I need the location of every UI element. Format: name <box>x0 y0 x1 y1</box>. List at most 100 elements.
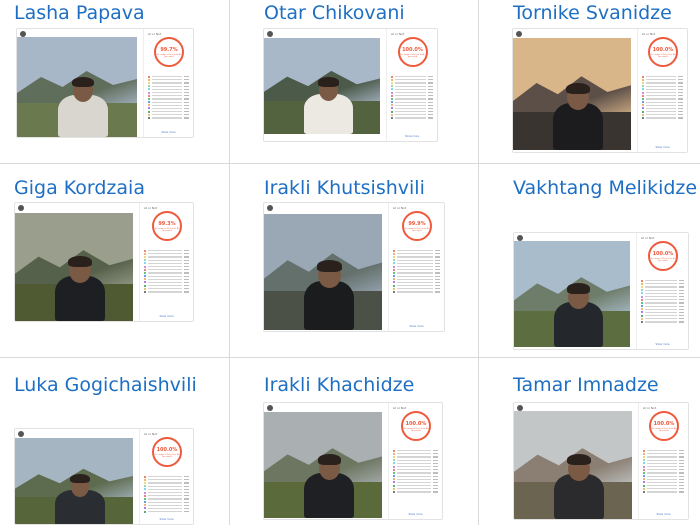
model-color-dot <box>643 452 645 455</box>
show-more-link[interactable]: Show more <box>389 513 442 516</box>
person-name-link[interactable]: Tamar Imnadze <box>513 372 700 398</box>
model-row <box>144 510 189 513</box>
model-color-dot <box>144 291 146 294</box>
ai-score-value: 100.0% <box>652 46 674 53</box>
model-percent <box>184 107 189 110</box>
model-color-dot <box>393 468 395 471</box>
person-name-link[interactable]: Giga Kordzaia <box>14 175 224 201</box>
person-name-link[interactable]: Tornike Svanidze <box>513 0 700 26</box>
model-percent <box>679 308 684 310</box>
result-screenshot[interactable]: AI or Not 99.9% The image is likely to be … <box>263 202 445 332</box>
result-screenshot[interactable]: AI or Not 100.0% The image is likely to be… <box>513 402 689 520</box>
show-more-link[interactable]: Show more <box>144 131 193 134</box>
model-label <box>645 292 677 294</box>
model-color-dot <box>391 81 393 84</box>
model-color-dot <box>642 81 644 84</box>
model-percent <box>428 82 433 84</box>
model-label <box>646 85 676 87</box>
result-screenshot[interactable]: AI or Not 100.0% The image is likely to be… <box>513 232 689 350</box>
model-color-dot <box>144 268 146 271</box>
person-name-link[interactable]: Irakli Khachidze <box>264 372 474 398</box>
result-screenshot[interactable]: AI or Not 100.0% The image is likely to be… <box>14 428 194 525</box>
model-label <box>397 250 433 252</box>
model-label <box>395 79 426 81</box>
show-more-link[interactable]: Show more <box>387 135 437 138</box>
person-name-link[interactable]: Luka Gogichaishvili <box>14 372 224 398</box>
show-more-link[interactable]: Show more <box>140 518 193 521</box>
row-divider <box>0 357 700 358</box>
model-row <box>393 490 438 494</box>
model-color-dot <box>391 78 393 81</box>
model-percent <box>678 107 683 110</box>
model-percent <box>184 82 189 84</box>
model-label <box>395 88 426 90</box>
model-percent <box>678 114 683 116</box>
show-more-link[interactable]: Show more <box>389 325 444 328</box>
person-name-link[interactable]: Irakli Khutsishvili <box>264 175 474 201</box>
column-divider <box>229 0 230 525</box>
model-label <box>397 459 431 461</box>
model-label <box>647 469 677 471</box>
model-color-dot <box>144 481 146 484</box>
show-more-link[interactable]: Show more <box>639 513 688 516</box>
model-percent <box>678 104 683 106</box>
model-percent <box>184 88 189 90</box>
ai-score-value: 100.0% <box>652 250 674 257</box>
result-screenshot[interactable]: AI or Not 100.0% The image is likely to be… <box>512 28 688 153</box>
show-more-link[interactable]: Show more <box>637 343 688 346</box>
result-screenshot[interactable]: AI or Not 100.0% The image is likely to be… <box>263 402 443 520</box>
model-label <box>397 285 433 287</box>
panel-title: AI or Not <box>642 32 656 36</box>
model-label <box>148 488 182 490</box>
show-more-link[interactable]: Show more <box>638 146 687 149</box>
model-label <box>152 82 182 84</box>
model-label <box>645 286 677 288</box>
model-color-dot <box>148 75 150 78</box>
model-percent <box>679 462 684 464</box>
person-name-link[interactable]: Otar Chikovani <box>264 0 474 26</box>
ai-score-gauge: 99.9% The image is likely to be AI-genera… <box>402 211 432 241</box>
model-row <box>641 320 684 324</box>
model-color-dot <box>393 291 395 294</box>
model-percent <box>435 256 440 258</box>
result-screenshot[interactable]: AI or Not 99.7% The image is likely to be … <box>16 28 194 138</box>
model-percent <box>184 117 189 119</box>
model-percent <box>678 98 683 100</box>
ai-score-gauge: 99.7% The image is likely to be AI-genera… <box>154 37 184 67</box>
model-row <box>391 116 433 120</box>
person-hair <box>316 260 342 272</box>
model-label <box>397 481 431 484</box>
show-more-link[interactable]: Show more <box>140 315 193 318</box>
model-label <box>647 450 677 452</box>
ai-score-gauge: 100.0% The image is likely to be AI-gener… <box>397 37 428 67</box>
model-color-dot <box>391 75 393 78</box>
model-color-dot <box>642 117 644 120</box>
model-color-dot <box>393 484 395 487</box>
model-color-dot <box>641 279 643 282</box>
model-percent <box>184 491 189 494</box>
model-color-dot <box>391 91 393 94</box>
person-name-link[interactable]: Vakhtang Melikidze <box>513 175 700 201</box>
model-percent <box>679 475 684 477</box>
model-percent <box>428 114 433 116</box>
person-name-link[interactable]: Lasha Papava <box>14 0 224 26</box>
model-label <box>148 491 182 494</box>
model-percent <box>433 481 438 484</box>
model-percent <box>679 456 684 458</box>
model-label <box>397 453 431 455</box>
model-percent <box>435 288 440 290</box>
model-label <box>647 456 677 458</box>
panel-title: AI or Not <box>144 432 158 436</box>
result-screenshot[interactable]: AI or Not 99.3% The image is likely to be … <box>14 202 194 322</box>
detection-panel: AI or Not 100.0% The image is likely to be… <box>636 233 688 349</box>
model-label <box>148 285 182 287</box>
result-screenshot[interactable]: AI or Not 100.0% The image is likely to be… <box>263 28 438 142</box>
model-percent <box>433 475 438 477</box>
model-label <box>647 475 677 477</box>
model-percent <box>184 76 189 78</box>
model-color-dot <box>643 471 645 474</box>
model-color-dot <box>393 471 395 474</box>
model-label <box>148 256 182 258</box>
model-percent <box>435 269 440 271</box>
post-photo <box>264 214 382 330</box>
